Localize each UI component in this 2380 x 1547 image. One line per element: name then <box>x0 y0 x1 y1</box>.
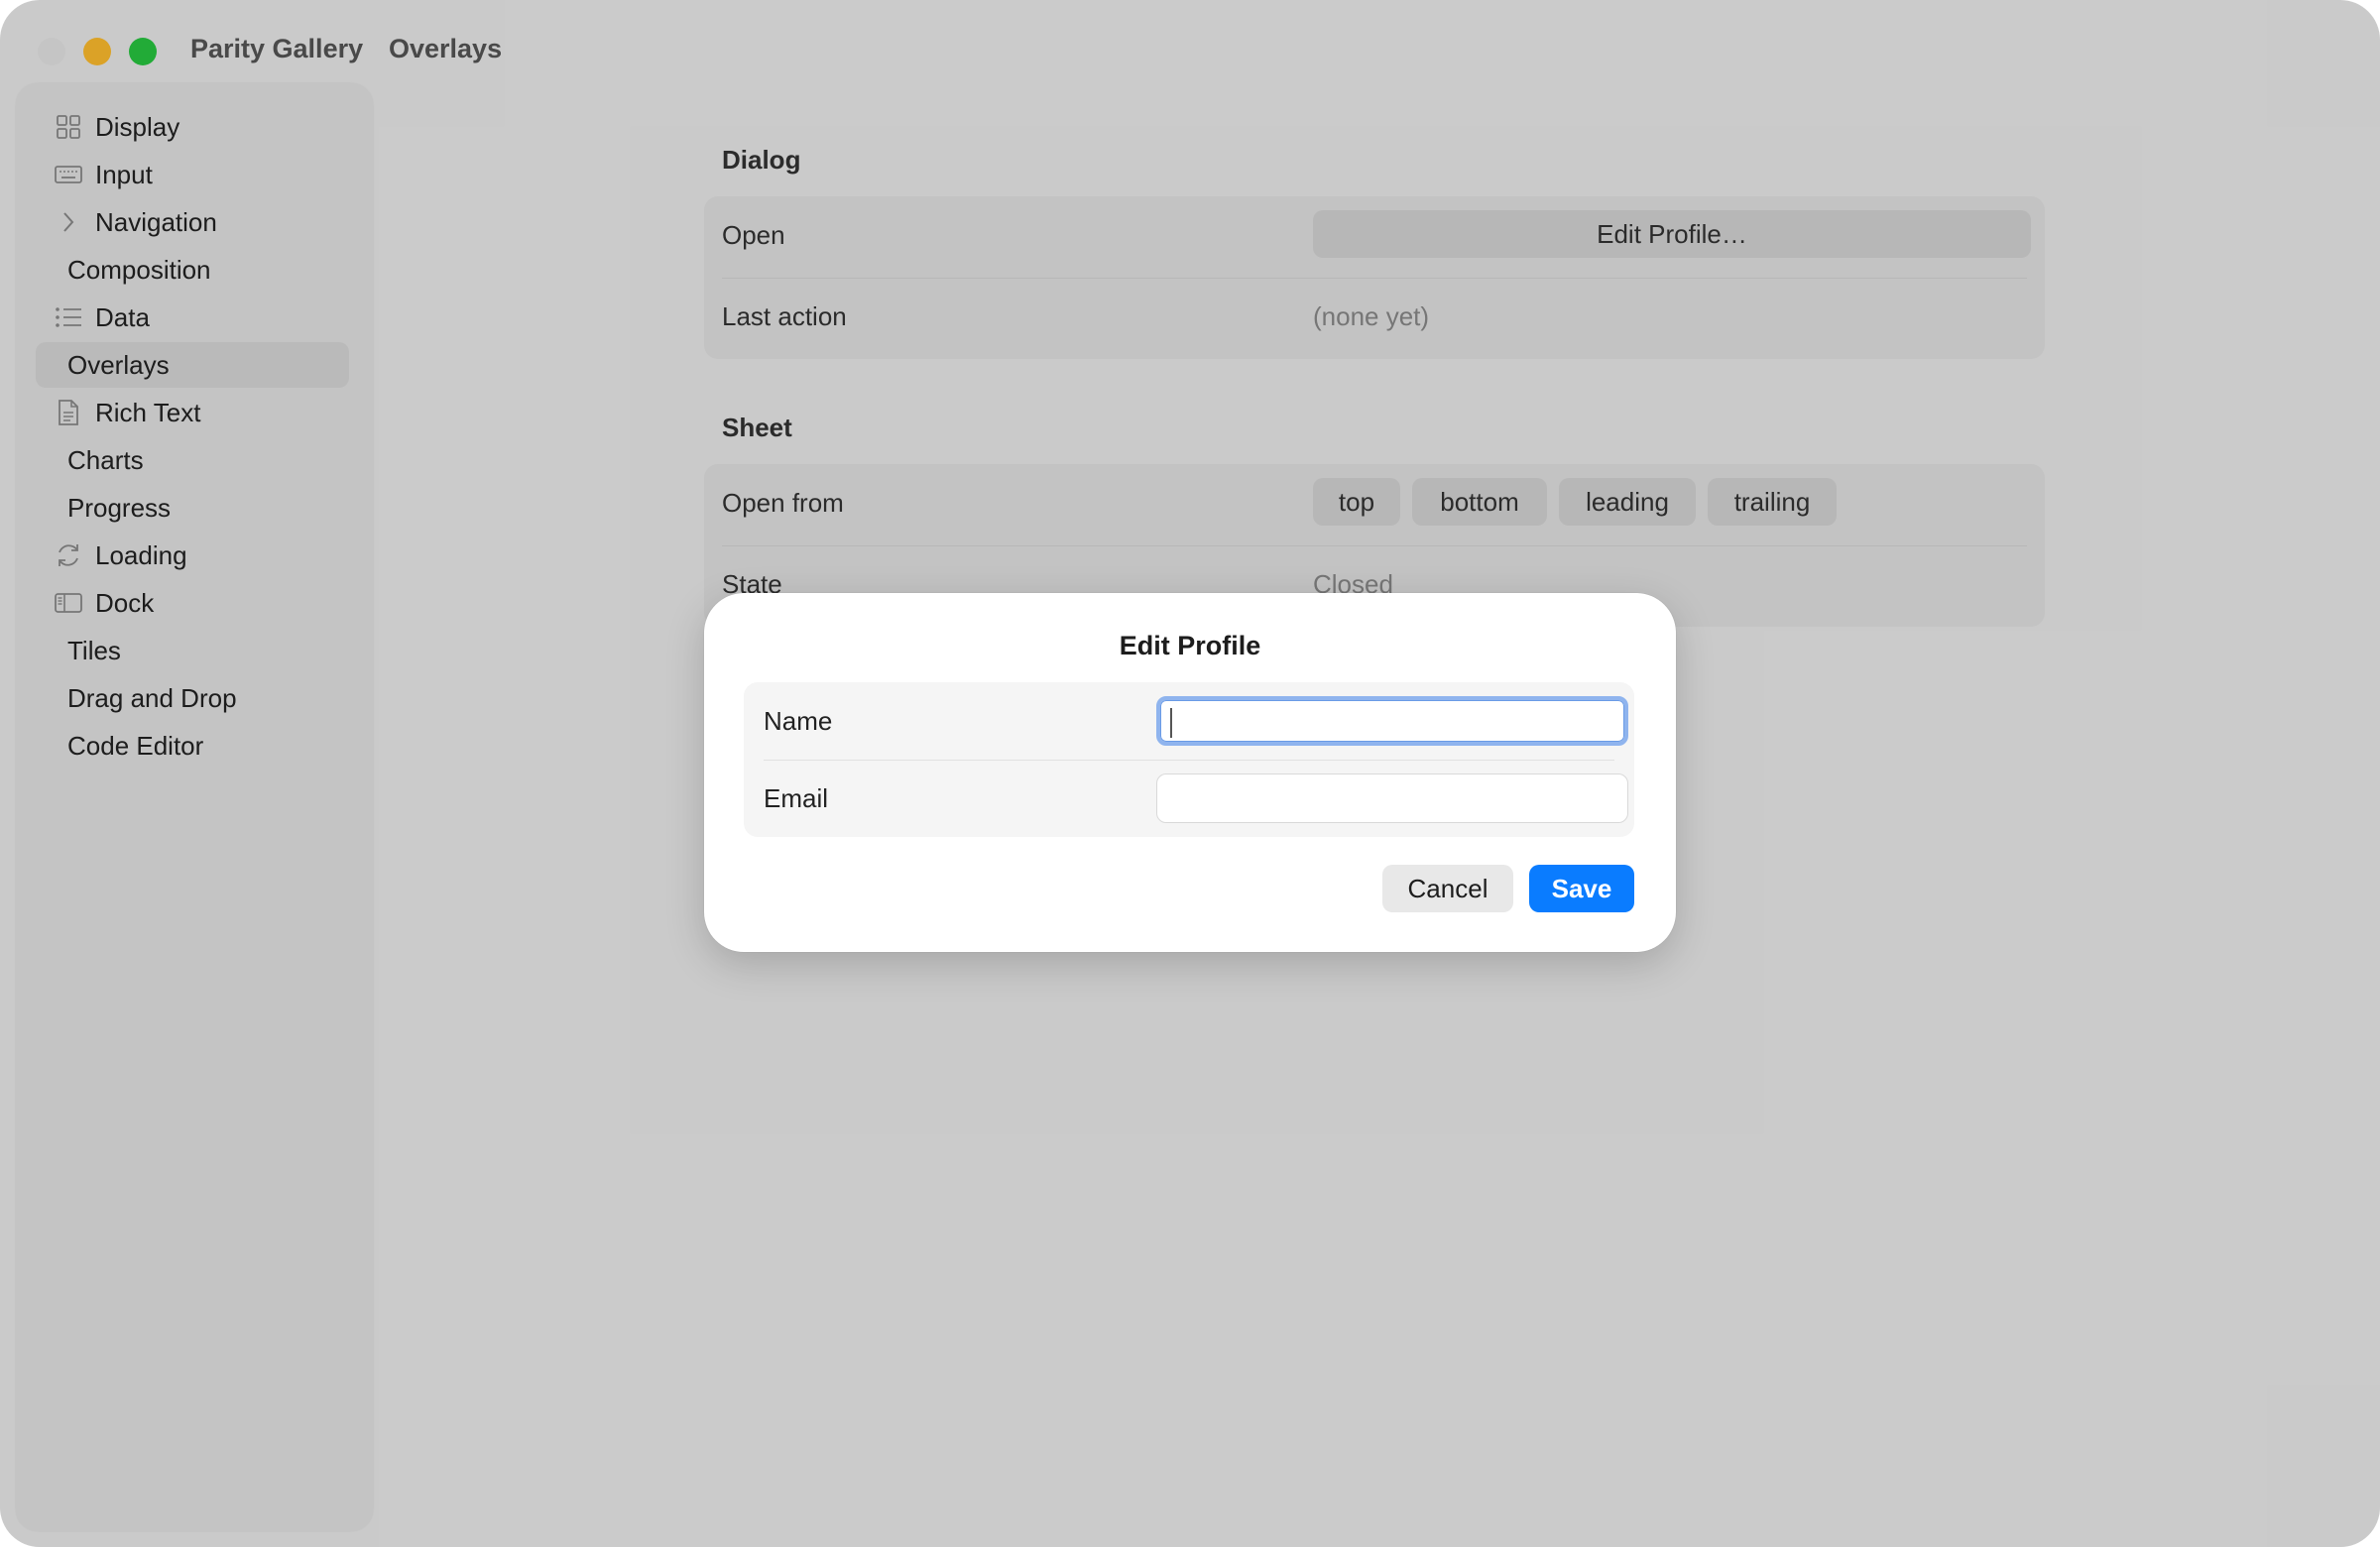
edit-profile-dialog: Edit Profile Name Email Cancel Save <box>704 593 1676 952</box>
name-label: Name <box>764 706 833 736</box>
dialog-title: Edit Profile <box>1119 631 1261 660</box>
email-label: Email <box>764 783 829 813</box>
email-field[interactable] <box>1156 774 1628 823</box>
email-row: Email <box>744 760 1634 837</box>
save-button[interactable]: Save <box>1529 865 1634 912</box>
name-field[interactable] <box>1156 696 1628 746</box>
app-window: Parity Gallery Overlays Display Input Na… <box>0 0 2380 1547</box>
profile-form: Name Email <box>744 682 1634 837</box>
cancel-button[interactable]: Cancel <box>1382 865 1513 912</box>
text-caret <box>1170 708 1172 738</box>
name-row: Name <box>744 682 1634 760</box>
